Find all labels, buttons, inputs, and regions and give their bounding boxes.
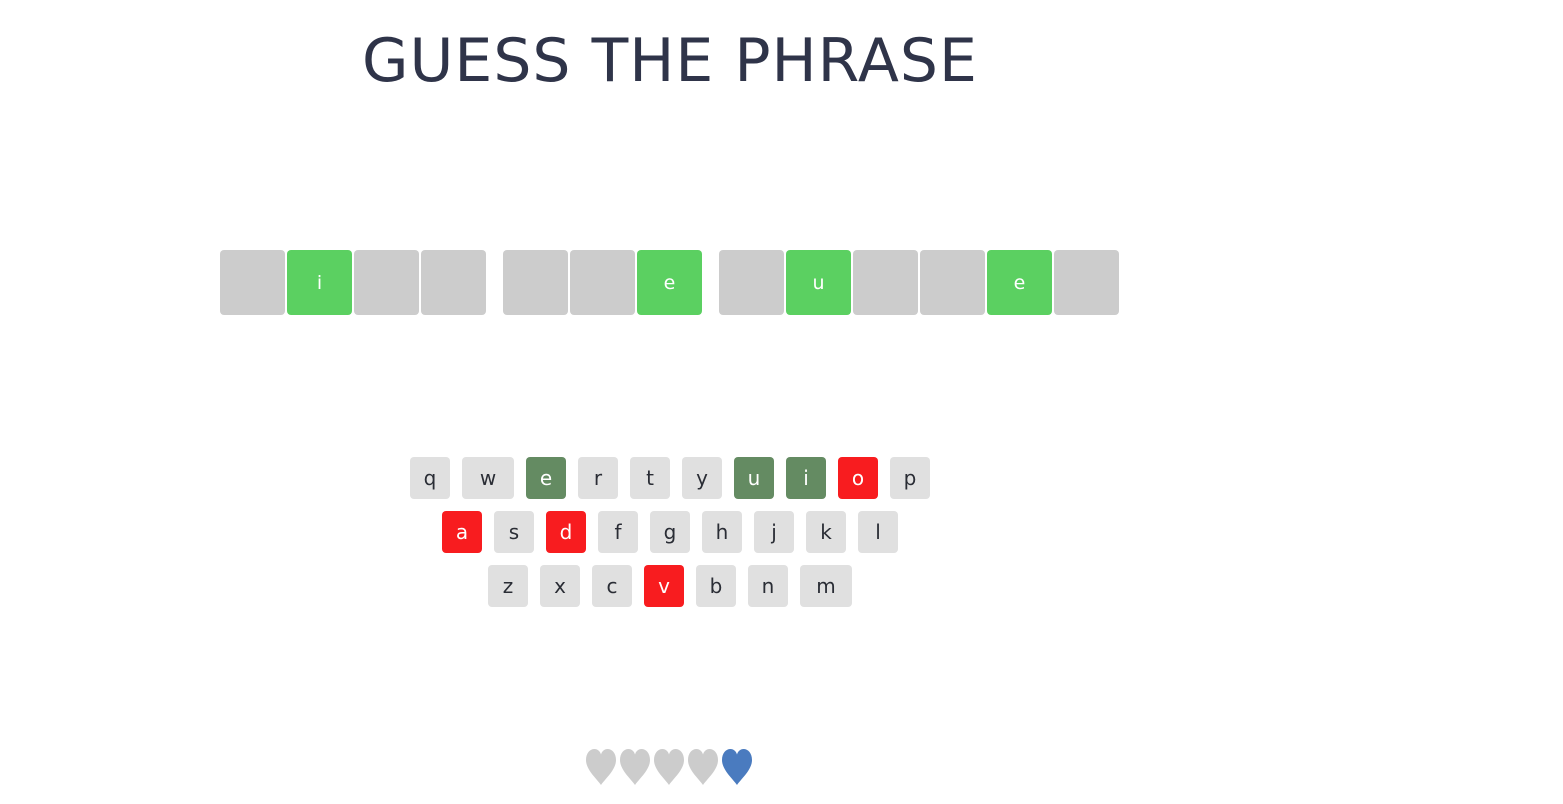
letter-tile-hidden — [853, 250, 918, 315]
letter-tile-hidden — [354, 250, 419, 315]
key-p[interactable]: p — [890, 457, 930, 499]
key-d[interactable]: d — [546, 511, 586, 553]
keyboard-row: asdfghjkl — [200, 511, 1140, 553]
letter-tile-hidden — [570, 250, 635, 315]
key-c[interactable]: c — [592, 565, 632, 607]
letter-tile-revealed: i — [287, 250, 352, 315]
lives-display — [585, 748, 753, 786]
key-f[interactable]: f — [598, 511, 638, 553]
letter-tile-revealed: e — [637, 250, 702, 315]
key-g[interactable]: g — [650, 511, 690, 553]
key-z[interactable]: z — [488, 565, 528, 607]
letter-tile-revealed: e — [987, 250, 1052, 315]
page-title: GUESS THE PHRASE — [362, 26, 978, 96]
letter-tile-hidden — [220, 250, 285, 315]
key-o[interactable]: o — [838, 457, 878, 499]
keyboard-row: zxcvbnm — [200, 565, 1140, 607]
letter-tile-hidden — [421, 250, 486, 315]
heart-icon-lost — [687, 748, 719, 786]
heart-icon-lost — [585, 748, 617, 786]
phrase-word: i — [220, 250, 486, 315]
phrase-word: ue — [719, 250, 1119, 315]
key-a[interactable]: a — [442, 511, 482, 553]
key-r[interactable]: r — [578, 457, 618, 499]
key-l[interactable]: l — [858, 511, 898, 553]
key-t[interactable]: t — [630, 457, 670, 499]
key-s[interactable]: s — [494, 511, 534, 553]
letter-tile-hidden — [503, 250, 568, 315]
key-x[interactable]: x — [540, 565, 580, 607]
heart-icon-lost — [653, 748, 685, 786]
key-v[interactable]: v — [644, 565, 684, 607]
phrase-display: ieue — [220, 250, 1119, 315]
key-i[interactable]: i — [786, 457, 826, 499]
letter-tile-hidden — [719, 250, 784, 315]
key-j[interactable]: j — [754, 511, 794, 553]
key-y[interactable]: y — [682, 457, 722, 499]
heart-icon-live — [721, 748, 753, 786]
key-k[interactable]: k — [806, 511, 846, 553]
keyboard-row: qwertyuiop — [200, 457, 1140, 499]
key-e[interactable]: e — [526, 457, 566, 499]
key-b[interactable]: b — [696, 565, 736, 607]
key-u[interactable]: u — [734, 457, 774, 499]
key-h[interactable]: h — [702, 511, 742, 553]
letter-tile-hidden — [1054, 250, 1119, 315]
key-n[interactable]: n — [748, 565, 788, 607]
key-m[interactable]: m — [800, 565, 852, 607]
key-w[interactable]: w — [462, 457, 514, 499]
phrase-word: e — [503, 250, 702, 315]
on-screen-keyboard: qwertyuiop asdfghjkl zxcvbnm — [200, 457, 1140, 619]
heart-icon-lost — [619, 748, 651, 786]
key-q[interactable]: q — [410, 457, 450, 499]
letter-tile-hidden — [920, 250, 985, 315]
letter-tile-revealed: u — [786, 250, 851, 315]
